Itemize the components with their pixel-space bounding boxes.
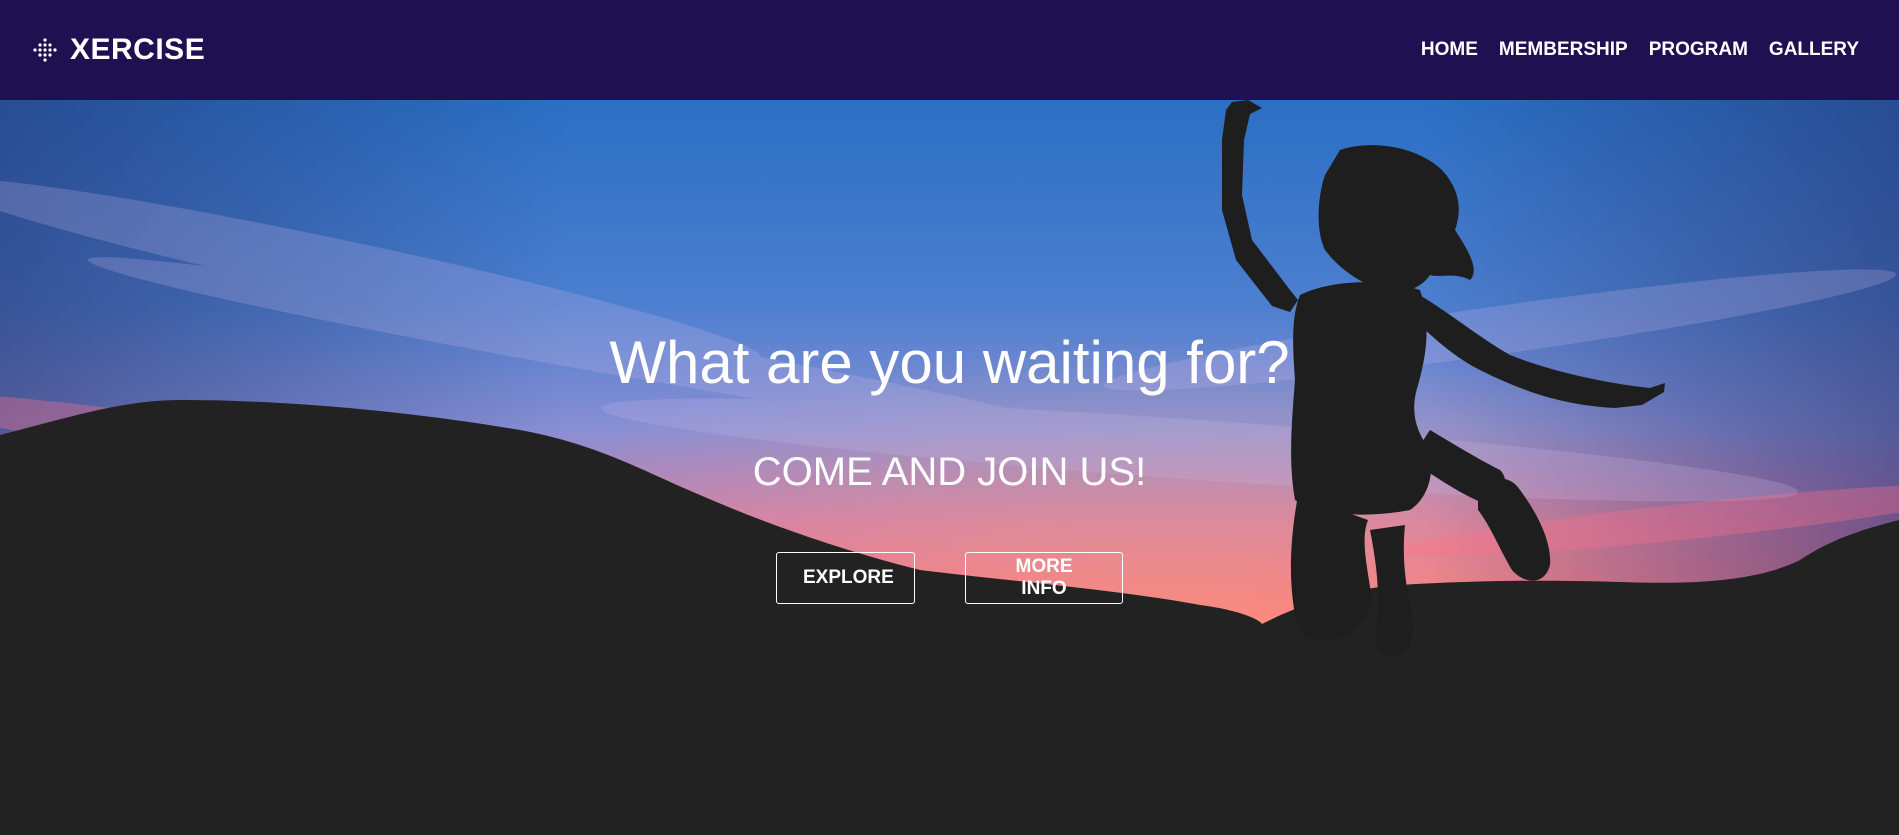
hero-button-group: EXPLORE MORE INFO — [0, 552, 1899, 604]
top-navbar: XERCISE HOME MEMBERSHIP PROGRAM GALLERY — [0, 0, 1899, 100]
dots-grid-icon — [33, 38, 57, 62]
nav-link-gallery[interactable]: GALLERY — [1769, 39, 1859, 61]
hero-section: What are you waiting for? COME AND JOIN … — [0, 100, 1899, 835]
hero-title: What are you waiting for? — [609, 329, 1290, 396]
hero-content: What are you waiting for? COME AND JOIN … — [0, 100, 1899, 835]
nav-link-program[interactable]: PROGRAM — [1649, 39, 1748, 61]
nav-link-membership[interactable]: MEMBERSHIP — [1499, 39, 1628, 61]
brand-logo[interactable]: XERCISE — [32, 33, 205, 67]
nav-link-home[interactable]: HOME — [1421, 39, 1478, 61]
brand-name: XERCISE — [70, 33, 206, 66]
more-info-button[interactable]: MORE INFO — [965, 552, 1123, 604]
hero-subtitle: COME AND JOIN US! — [752, 450, 1147, 494]
nav-menu: HOME MEMBERSHIP PROGRAM GALLERY — [1421, 39, 1859, 61]
explore-button[interactable]: EXPLORE — [776, 552, 915, 604]
